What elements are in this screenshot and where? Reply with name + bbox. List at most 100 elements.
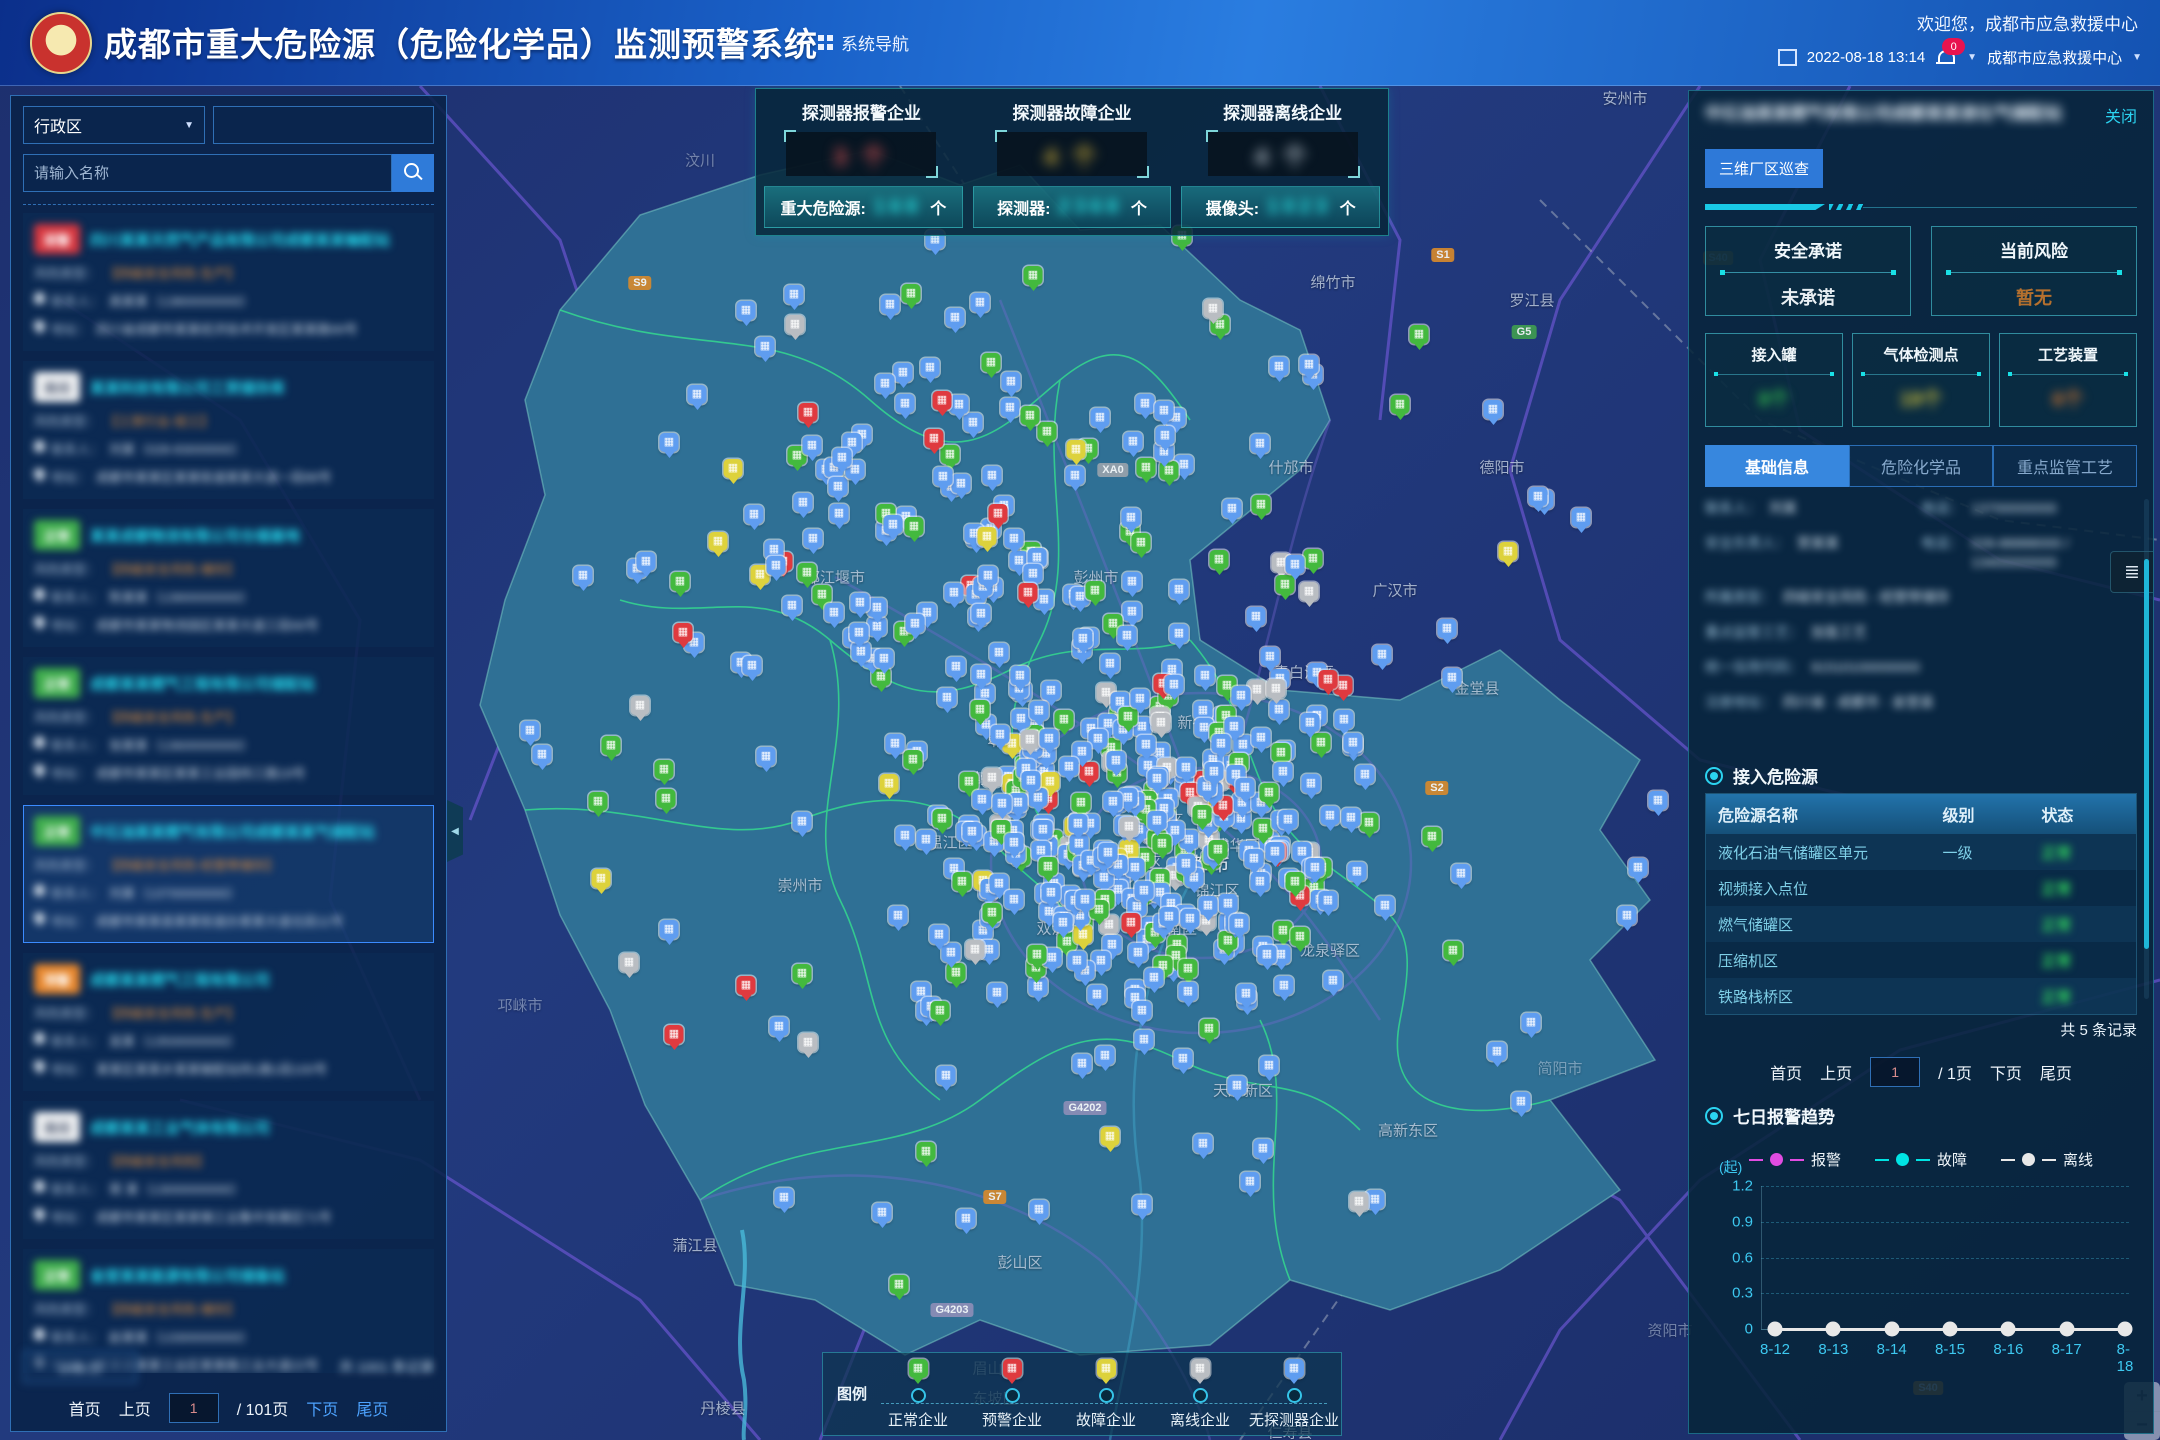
map-pin-g[interactable]: ▦ <box>953 872 972 891</box>
map-pin-b[interactable]: ▦ <box>1030 701 1049 720</box>
map-pin-y[interactable]: ▦ <box>1101 1127 1120 1146</box>
map-pin-b[interactable]: ▦ <box>1275 976 1294 995</box>
prev-page-link[interactable]: 上页 <box>119 1396 151 1420</box>
map-pin-b[interactable]: ▦ <box>1286 555 1305 574</box>
map-pin-g[interactable]: ▦ <box>657 789 676 808</box>
map-pin-b[interactable]: ▦ <box>945 583 964 602</box>
map-pin-b[interactable]: ▦ <box>1118 626 1137 645</box>
map-pin-b[interactable]: ▦ <box>876 374 895 393</box>
map-pin-g[interactable]: ▦ <box>971 700 990 719</box>
map-pin-b[interactable]: ▦ <box>1107 751 1126 770</box>
data-point[interactable] <box>2118 1322 2133 1337</box>
map-pin-b[interactable]: ▦ <box>756 337 775 356</box>
map-pin-w[interactable]: ▦ <box>631 696 650 715</box>
map-pin-b[interactable]: ▦ <box>1042 681 1061 700</box>
chevron-down-icon[interactable]: ▼ <box>1967 52 1977 63</box>
district-select[interactable]: 行政区 ▼ <box>23 106 205 144</box>
map-pin-b[interactable]: ▦ <box>767 556 786 575</box>
map-pin-b[interactable]: ▦ <box>785 285 804 304</box>
map-pin-b[interactable]: ▦ <box>1133 1195 1152 1214</box>
map-pin-b[interactable]: ▦ <box>1488 1042 1507 1061</box>
table-row[interactable]: 压缩机区正常 <box>1706 942 2136 978</box>
map-pin-b[interactable]: ▦ <box>991 725 1010 744</box>
map-pin-b[interactable]: ▦ <box>660 920 679 939</box>
fullscreen-icon[interactable] <box>1778 49 1797 66</box>
map-pin-b[interactable]: ▦ <box>938 688 957 707</box>
map-pin-b[interactable]: ▦ <box>964 413 983 432</box>
table-row[interactable]: 燃气储罐区正常 <box>1706 906 2136 942</box>
map-pin-b[interactable]: ▦ <box>1088 985 1107 1004</box>
map-pin-g[interactable]: ▦ <box>602 736 621 755</box>
map-pin-b[interactable]: ▦ <box>1005 529 1024 548</box>
map-pin-b[interactable]: ▦ <box>1266 842 1285 861</box>
map-pin-b[interactable]: ▦ <box>1054 913 1073 932</box>
map-pin-b[interactable]: ▦ <box>873 1203 892 1222</box>
map-pin-b[interactable]: ▦ <box>1165 675 1184 694</box>
scrollbar[interactable] <box>2144 499 2149 999</box>
map-pin-b[interactable]: ▦ <box>660 433 679 452</box>
map-pin-b[interactable]: ▦ <box>1512 1092 1531 1111</box>
map-pin-b[interactable]: ▦ <box>1223 499 1242 518</box>
last-page-link[interactable]: 尾页 <box>356 1396 388 1420</box>
map-pin-r[interactable]: ▦ <box>674 623 693 642</box>
map-pin-b[interactable]: ▦ <box>1096 1046 1115 1065</box>
list-item[interactable]: 离线某某科技有限公司工贸储存库风险类型：【工贸行业-轻工】联系人：刘某（028-… <box>23 361 434 499</box>
map-pin-y[interactable]: ▦ <box>1499 542 1518 561</box>
map-pin-b[interactable]: ▦ <box>950 395 969 414</box>
map-pin-y[interactable]: ▦ <box>880 774 899 793</box>
map-pin-b[interactable]: ▦ <box>1529 487 1548 506</box>
data-point[interactable] <box>1826 1322 1841 1337</box>
first-page-link[interactable]: 首页 <box>69 1396 101 1420</box>
map-pin-b[interactable]: ▦ <box>983 466 1002 485</box>
map-pin-b[interactable]: ▦ <box>990 643 1009 662</box>
map-pin-g[interactable]: ▦ <box>1286 872 1305 891</box>
map-pin-y[interactable]: ▦ <box>592 869 611 888</box>
map-pin-g[interactable]: ▦ <box>941 445 960 464</box>
map-pin-g[interactable]: ▦ <box>798 563 817 582</box>
map-pin-g[interactable]: ▦ <box>1179 959 1198 978</box>
map-pin-b[interactable]: ▦ <box>1135 1030 1154 1049</box>
map-pin-g[interactable]: ▦ <box>1260 783 1279 802</box>
map-pin-b[interactable]: ▦ <box>1129 943 1148 962</box>
list-item[interactable]: 报警四川某某天然气产品有限公司成都某某输配站风险类型：【四级安全风险-生产】联系… <box>23 213 434 351</box>
map-pin-b[interactable]: ▦ <box>1618 906 1637 925</box>
map-pin-w[interactable]: ▦ <box>620 953 639 972</box>
map-pin-b[interactable]: ▦ <box>1011 666 1030 685</box>
map-pin-b[interactable]: ▦ <box>1232 686 1251 705</box>
map-pin-g[interactable]: ▦ <box>655 760 674 779</box>
map-pin-b[interactable]: ▦ <box>1230 914 1249 933</box>
map-pin-g[interactable]: ▦ <box>813 585 832 604</box>
map-pin-b[interactable]: ▦ <box>1301 713 1320 732</box>
map-pin-g[interactable]: ▦ <box>890 1275 909 1294</box>
close-button[interactable]: 关闭 <box>2105 103 2137 127</box>
map-pin-b[interactable]: ▦ <box>1060 757 1079 776</box>
map-pin-b[interactable]: ▦ <box>1443 668 1462 687</box>
map-pin-b[interactable]: ▦ <box>688 385 707 404</box>
data-point[interactable] <box>1943 1322 1958 1337</box>
map-pin-b[interactable]: ▦ <box>637 552 656 571</box>
map-pin-r[interactable]: ▦ <box>665 1025 684 1044</box>
map-pin-b[interactable]: ▦ <box>875 649 894 668</box>
map-pin-b[interactable]: ▦ <box>1073 1054 1092 1073</box>
map-pin-b[interactable]: ▦ <box>851 593 870 612</box>
data-point[interactable] <box>1884 1322 1899 1337</box>
map-pin-b[interactable]: ▦ <box>884 515 903 534</box>
map-pin-g[interactable]: ▦ <box>1021 406 1040 425</box>
map-pin-b[interactable]: ▦ <box>1137 735 1156 754</box>
map-pin-b[interactable]: ▦ <box>972 665 991 684</box>
map-pin-b[interactable]: ▦ <box>1101 654 1120 673</box>
table-row[interactable]: 液化石油气储罐区单元一级正常 <box>1706 834 2136 870</box>
map-pin-b[interactable]: ▦ <box>1170 624 1189 643</box>
map-pin-b[interactable]: ▦ <box>1629 858 1648 877</box>
map-pin-g[interactable]: ▦ <box>1210 550 1229 569</box>
map-pin-b[interactable]: ▦ <box>794 493 813 512</box>
search-button[interactable] <box>392 154 434 192</box>
map-pin-b[interactable]: ▦ <box>1022 771 1041 790</box>
map-pin-b[interactable]: ▦ <box>1196 666 1215 685</box>
map-pin-b[interactable]: ▦ <box>1135 881 1154 900</box>
chevron-down-icon[interactable]: ▼ <box>2132 52 2142 63</box>
map-pin-b[interactable]: ▦ <box>757 747 776 766</box>
map-pin-b[interactable]: ▦ <box>1241 1172 1260 1191</box>
map-pin-b[interactable]: ▦ <box>894 363 913 382</box>
map-pin-r[interactable]: ▦ <box>1019 583 1038 602</box>
